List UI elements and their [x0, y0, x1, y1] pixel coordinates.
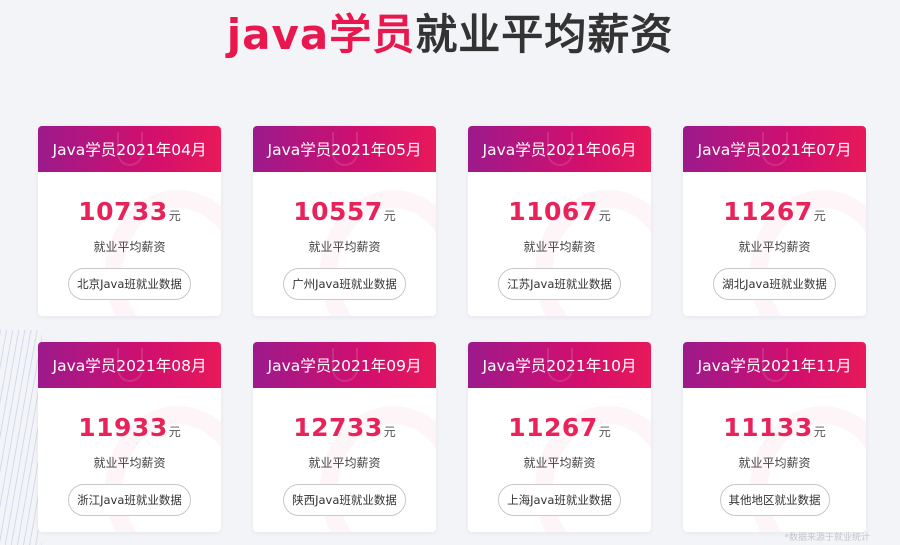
region-data-button[interactable]: 湖北Java班就业数据: [713, 268, 836, 300]
card-period: Java学员2021年04月: [52, 141, 207, 159]
salary-card: Java学员2021年11月 11133元 就业平均薪资 其他地区就业数据: [683, 342, 866, 532]
salary-label: 就业平均薪资: [93, 456, 166, 470]
salary-card: Java学员2021年08月 11933元 就业平均薪资 浙江Java班就业数据: [38, 342, 221, 532]
salary-number: 11133: [723, 413, 813, 442]
salary-label: 就业平均薪资: [93, 240, 166, 254]
salary-number: 11933: [78, 413, 168, 442]
region-data-button[interactable]: 江苏Java班就业数据: [498, 268, 621, 300]
salary-unit: 元: [168, 209, 181, 223]
salary-card: Java学员2021年04月 10733元 就业平均薪资 北京Java班就业数据: [38, 126, 221, 316]
salary-value: 12733元: [253, 414, 436, 446]
decorative-lines: [0, 330, 42, 545]
card-header: Java学员2021年10月: [468, 342, 651, 388]
footnote: *数据来源于就业统计: [784, 533, 870, 543]
salary-card: Java学员2021年05月 10557元 就业平均薪资 广州Java班就业数据: [253, 126, 436, 316]
salary-number: 11267: [723, 197, 813, 226]
page: java学员就业平均薪资 Java学员2021年04月 10733元 就业平均薪…: [0, 0, 900, 545]
salary-value: 11933元: [38, 414, 221, 446]
salary-number: 11067: [508, 197, 598, 226]
card-header: Java学员2021年09月: [253, 342, 436, 388]
card-header: Java学员2021年06月: [468, 126, 651, 172]
salary-value: 10557元: [253, 198, 436, 230]
salary-card: Java学员2021年06月 11067元 就业平均薪资 江苏Java班就业数据: [468, 126, 651, 316]
region-data-button[interactable]: 其他地区就业数据: [719, 484, 830, 516]
region-data-button[interactable]: 北京Java班就业数据: [68, 268, 191, 300]
salary-number: 12733: [293, 413, 383, 442]
salary-card: Java学员2021年09月 12733元 就业平均薪资 陕西Java班就业数据: [253, 342, 436, 532]
salary-unit: 元: [383, 209, 396, 223]
salary-value: 11267元: [683, 198, 866, 230]
page-title: java学员就业平均薪资: [0, 8, 900, 62]
salary-card-grid: Java学员2021年04月 10733元 就业平均薪资 北京Java班就业数据…: [38, 126, 866, 532]
salary-label: 就业平均薪资: [738, 456, 811, 470]
salary-unit: 元: [813, 425, 826, 439]
salary-unit: 元: [383, 425, 396, 439]
card-header: Java学员2021年05月: [253, 126, 436, 172]
card-header: Java学员2021年07月: [683, 126, 866, 172]
region-data-button[interactable]: 广州Java班就业数据: [283, 268, 406, 300]
salary-label: 就业平均薪资: [738, 240, 811, 254]
card-period: Java学员2021年05月: [267, 141, 422, 159]
card-period: Java学员2021年09月: [267, 357, 422, 375]
salary-number: 10557: [293, 197, 383, 226]
salary-unit: 元: [598, 209, 611, 223]
card-period: Java学员2021年07月: [697, 141, 852, 159]
salary-card: Java学员2021年10月 11267元 就业平均薪资 上海Java班就业数据: [468, 342, 651, 532]
salary-value: 11267元: [468, 414, 651, 446]
card-period: Java学员2021年08月: [52, 357, 207, 375]
region-data-button[interactable]: 上海Java班就业数据: [498, 484, 621, 516]
salary-label: 就业平均薪资: [523, 240, 596, 254]
salary-card: Java学员2021年07月 11267元 就业平均薪资 湖北Java班就业数据: [683, 126, 866, 316]
region-data-button[interactable]: 浙江Java班就业数据: [68, 484, 191, 516]
salary-number: 10733: [78, 197, 168, 226]
title-accent: java学员: [226, 10, 416, 59]
salary-value: 11133元: [683, 414, 866, 446]
salary-label: 就业平均薪资: [308, 240, 381, 254]
card-period: Java学员2021年06月: [482, 141, 637, 159]
salary-unit: 元: [598, 425, 611, 439]
region-data-button[interactable]: 陕西Java班就业数据: [283, 484, 406, 516]
card-header: Java学员2021年11月: [683, 342, 866, 388]
salary-value: 11067元: [468, 198, 651, 230]
salary-value: 10733元: [38, 198, 221, 230]
title-rest: 就业平均薪资: [415, 10, 674, 59]
salary-number: 11267: [508, 413, 598, 442]
salary-label: 就业平均薪资: [308, 456, 381, 470]
card-header: Java学员2021年08月: [38, 342, 221, 388]
card-period: Java学员2021年10月: [482, 357, 637, 375]
card-header: Java学员2021年04月: [38, 126, 221, 172]
salary-label: 就业平均薪资: [523, 456, 596, 470]
salary-unit: 元: [813, 209, 826, 223]
salary-unit: 元: [168, 425, 181, 439]
card-period: Java学员2021年11月: [697, 357, 852, 375]
